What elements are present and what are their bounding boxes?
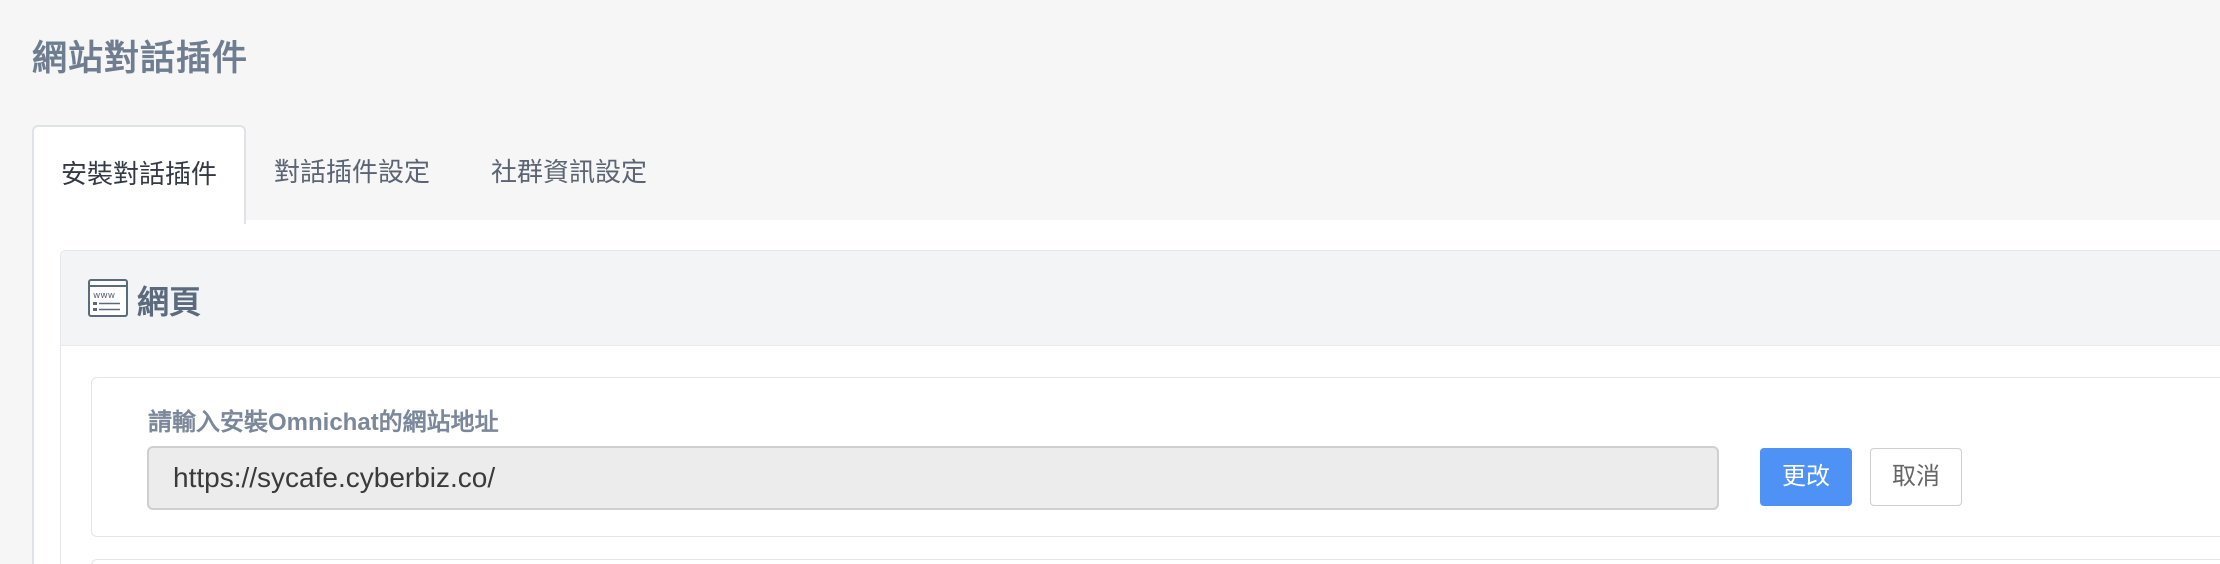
svg-text:www: www (93, 291, 115, 301)
card-title: 網頁 (137, 284, 202, 320)
website-url-label: 請輸入安裝Omnichat的網站地址 (148, 409, 499, 436)
page-title: 網站對話插件 (32, 39, 249, 78)
page: 網站對話插件 安裝對話插件 對話插件設定 社群資訊設定 www 網頁 請輸入安裝… (0, 0, 2220, 564)
website-url-field-group: 請輸入安裝Omnichat的網站地址 https://sycafe.cyberb… (91, 377, 2220, 537)
card-header: www 網頁 (61, 251, 2220, 346)
change-button[interactable]: 更改 (1760, 448, 1852, 506)
next-field-group (91, 559, 2220, 564)
tab-social-info-settings[interactable]: 社群資訊設定 (464, 125, 674, 220)
cancel-button[interactable]: 取消 (1870, 448, 1962, 506)
tab-bar: 安裝對話插件 對話插件設定 社群資訊設定 (32, 125, 2220, 224)
tab-content-panel: www 網頁 請輸入安裝Omnichat的網站地址 https://sycafe… (32, 220, 2220, 564)
web-page-icon: www (88, 279, 128, 317)
tab-install-chat-plugin[interactable]: 安裝對話插件 (32, 125, 246, 224)
tab-chat-plugin-settings[interactable]: 對話插件設定 (252, 125, 452, 220)
web-page-card: www 網頁 請輸入安裝Omnichat的網站地址 https://sycafe… (60, 250, 2220, 564)
website-url-input[interactable]: https://sycafe.cyberbiz.co/ (147, 446, 1719, 510)
